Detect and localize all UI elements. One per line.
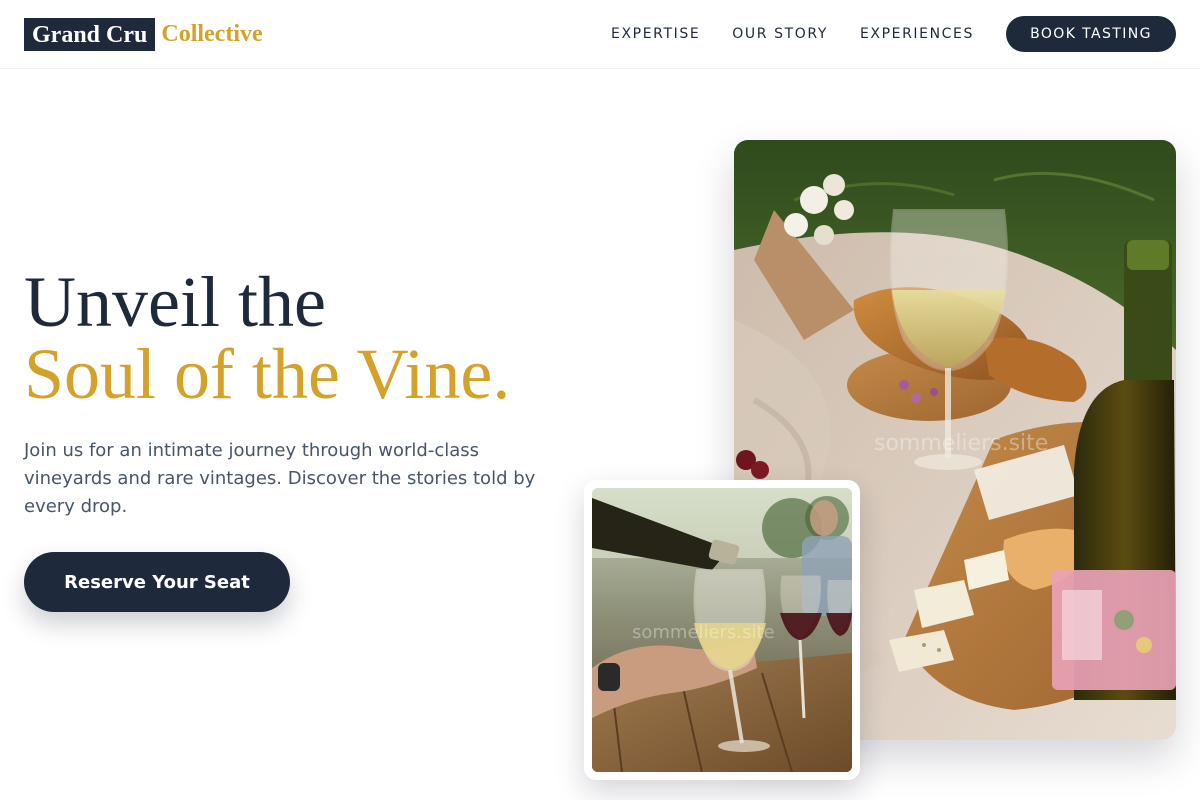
nav-link-experiences[interactable]: EXPERIENCES [860,26,974,42]
nav-link-our-story[interactable]: OUR STORY [732,26,828,42]
brand-logo[interactable]: Grand Cru Collective [24,17,263,51]
hero-headline-line1: Unveil the [24,262,326,342]
pour-photo-card: sommeliers.site [584,480,860,780]
hero-headline-line2: Soul of the Vine. [24,334,511,414]
nav-link-expertise[interactable]: EXPERTISE [611,26,700,42]
main-photo-watermark: sommeliers.site [874,431,1048,456]
pour-scene-illustration: sommeliers.site [592,488,852,772]
main-nav: EXPERTISE OUR STORY EXPERIENCES BOOK TAS… [579,16,1176,52]
wine-pouring-photo: sommeliers.site [592,488,852,772]
reserve-seat-button[interactable]: Reserve Your Seat [24,552,290,612]
site-header: Grand Cru Collective EXPERTISE OUR STORY… [0,0,1200,69]
hero-subtext: Join us for an intimate journey through … [24,440,536,517]
hero-headline: Unveil the Soul of the Vine. [24,266,510,410]
logo-name-accent: Collective [161,21,263,47]
logo-name-box: Grand Cru [24,17,156,51]
small-photo-watermark: sommeliers.site [632,622,775,643]
book-tasting-button[interactable]: BOOK TASTING [1006,16,1176,52]
